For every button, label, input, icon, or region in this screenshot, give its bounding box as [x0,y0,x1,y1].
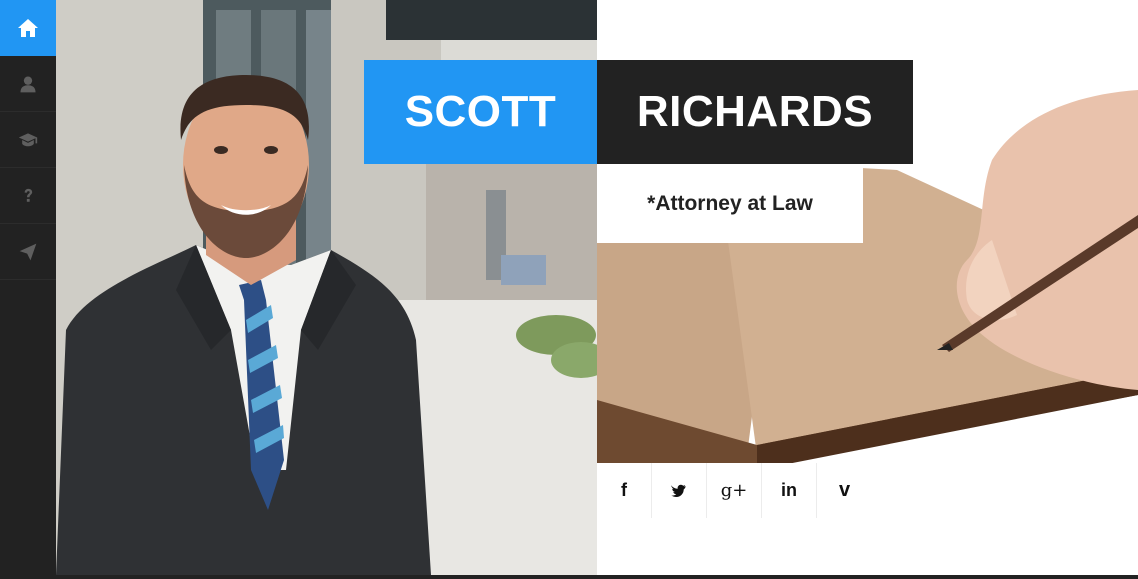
twitter-button[interactable] [652,463,707,518]
profession-subtitle: *Attorney at Law [597,164,863,243]
last-name-heading: RICHARDS [597,60,913,164]
sidebar-item-contact[interactable] [0,224,56,280]
bottom-border [56,575,1138,579]
vimeo-button[interactable]: v [817,463,872,518]
question-icon [24,188,33,202]
sidebar-item-about[interactable] [0,56,56,112]
linkedin-icon: in [781,480,797,500]
google-plus-icon: g+ [720,480,748,501]
facebook-icon: f [621,480,627,500]
vimeo-icon: v [838,479,851,501]
user-icon [20,76,36,92]
sidebar-item-faq[interactable] [0,168,56,224]
graduation-cap-icon [18,132,38,146]
google-plus-button[interactable]: g+ [707,463,762,518]
facebook-button[interactable]: f [597,463,652,518]
home-icon [18,18,38,37]
first-name-heading: SCOTT [364,60,597,164]
twitter-icon [671,484,686,497]
sidebar-item-education[interactable] [0,112,56,168]
linkedin-button[interactable]: in [762,463,817,518]
sidebar-nav [0,0,56,579]
social-links: f g+ in v [597,463,872,518]
sidebar-item-home[interactable] [0,0,56,56]
paper-plane-icon [19,243,37,260]
